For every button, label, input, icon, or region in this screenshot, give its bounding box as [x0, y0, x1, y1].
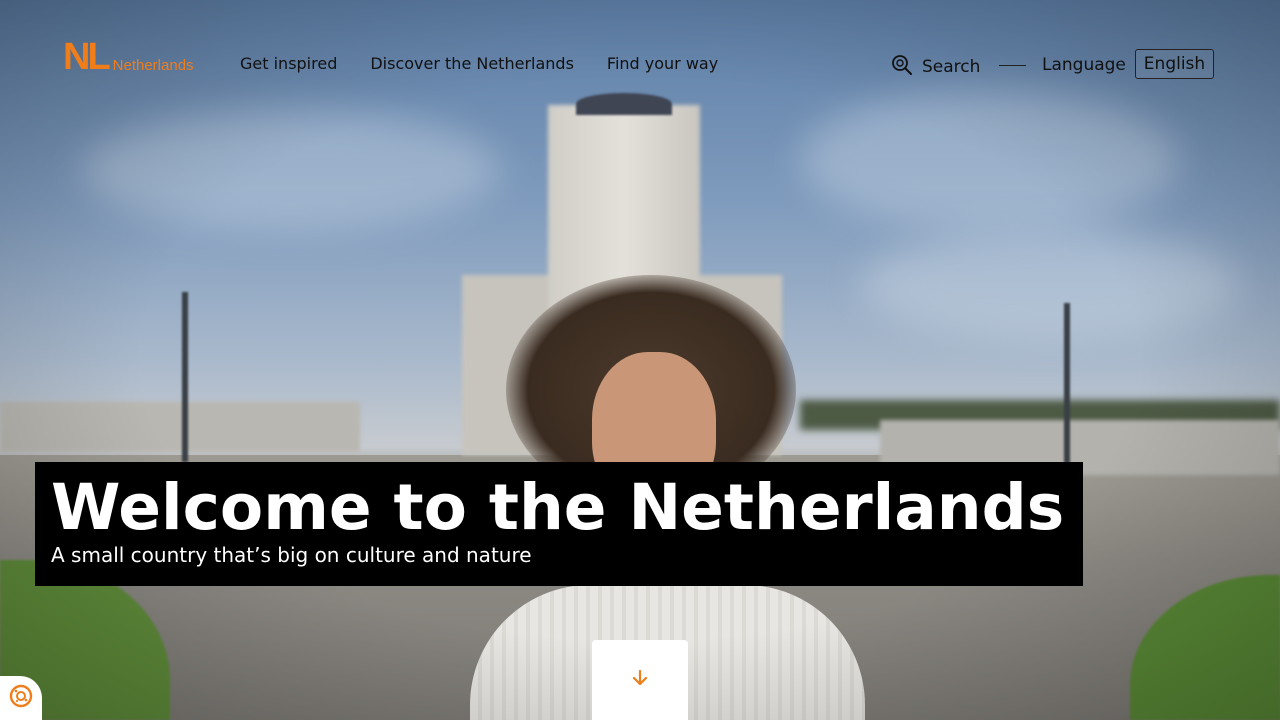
hero-section: NL Netherlands Get inspired Discover the…	[0, 0, 1280, 720]
nav-find-your-way[interactable]: Find your way	[607, 54, 718, 73]
search-icon	[891, 54, 913, 80]
language-select-button[interactable]: English	[1135, 49, 1214, 79]
search-button[interactable]: Search	[891, 54, 980, 80]
arrow-down-icon	[630, 668, 650, 692]
logo-link[interactable]: NL Netherlands	[63, 36, 194, 78]
search-label: Search	[922, 57, 981, 77]
logo-text: Netherlands	[112, 57, 194, 74]
cookie-settings-icon	[8, 683, 34, 713]
scroll-down-button[interactable]	[592, 640, 688, 720]
logo-mark: NL	[63, 36, 111, 78]
hero-title-block: Welcome to the Netherlands A small count…	[35, 462, 1083, 586]
cookie-settings-button[interactable]	[0, 676, 42, 720]
nav-get-inspired[interactable]: Get inspired	[240, 54, 337, 73]
site-header: NL Netherlands Get inspired Discover the…	[0, 0, 1280, 130]
main-nav: Get inspired Discover the Netherlands Fi…	[240, 54, 718, 73]
page-title: Welcome to the Netherlands	[51, 471, 1065, 544]
nav-discover-the-netherlands[interactable]: Discover the Netherlands	[370, 54, 574, 73]
header-divider	[999, 65, 1026, 66]
language-label: Language	[1042, 55, 1126, 75]
page-subtitle: A small country that’s big on culture an…	[51, 543, 532, 567]
